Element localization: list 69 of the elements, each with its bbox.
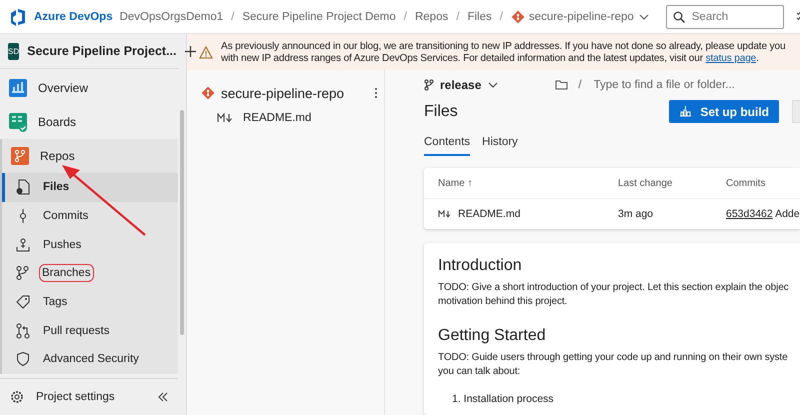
readme-heading: Getting Started [438, 327, 547, 345]
azure-devops-logo [8, 6, 28, 26]
search-field[interactable]: Search [666, 4, 784, 28]
nav-item[interactable]: Tags [2, 288, 178, 316]
pull-request-icon [15, 322, 31, 339]
branch-icon [424, 78, 434, 91]
file-icon [15, 179, 31, 196]
nav-item[interactable]: Pushes [2, 230, 178, 260]
project-avatar: SD [8, 42, 20, 60]
chart-icon [8, 78, 28, 98]
repo-name[interactable]: secure-pipeline-repo [221, 86, 368, 100]
nav-item[interactable]: Files [2, 173, 178, 202]
scrollbar[interactable] [180, 110, 184, 335]
markdown-icon [438, 210, 450, 218]
branch-selector[interactable]: release [440, 78, 482, 92]
branch-icon [15, 265, 31, 282]
shield-icon [15, 351, 31, 368]
breadcrumb-link[interactable]: secure-pipeline-repo [528, 10, 634, 22]
commit-message: Adde [775, 208, 800, 220]
nav-item[interactable]: Overview [0, 71, 178, 105]
tag-icon [15, 294, 31, 310]
build-icon [679, 106, 692, 118]
breadcrumb-link[interactable]: DevOpsOrgsDemo1 [120, 10, 224, 22]
breadcrumb-separator: / [231, 10, 234, 22]
repo-icon [10, 146, 30, 166]
breadcrumb-separator: / [404, 10, 407, 22]
readme-list-item: 1. Installation process [451, 393, 555, 405]
column-header[interactable]: Last change [618, 178, 726, 188]
breadcrumb-separator: / [500, 10, 503, 22]
nav-item[interactable]: Commits [2, 202, 178, 230]
gear-icon [10, 390, 24, 404]
folder-icon [555, 79, 568, 90]
tab[interactable]: History [482, 136, 518, 156]
column-header[interactable]: Name ↑ [438, 178, 618, 188]
nav-item[interactable]: Boards [0, 105, 178, 139]
tab[interactable]: Contents [424, 136, 470, 156]
table-cell-text: 3m ago [618, 208, 654, 220]
search-icon [672, 10, 685, 22]
plus-icon[interactable] [184, 46, 196, 56]
file-name[interactable]: README.md [458, 208, 520, 220]
page-title: Files [424, 102, 458, 121]
breadcrumb-link[interactable]: Secure Pipeline Project Demo [242, 10, 396, 22]
readme-heading: Introduction [438, 257, 523, 275]
readme-paragraph: TODO: Give a short introduction of your project. Let this section explain the objec motivation behind this project. [438, 281, 789, 309]
banner-message: As previously announced in our blog, we are transitioning to new IP addresses. If you have not done so already, please update you with new IP address ranges of Azure DevOps Services. For detailed information and the latest updates, visit our status page. [221, 40, 786, 64]
collapse-icon[interactable] [158, 392, 168, 402]
breadcrumb-link[interactable]: Repos [414, 10, 448, 22]
readme-paragraph: TODO: Guide users through getting your code up and running on their own syste you can talk about: [438, 351, 788, 379]
nav-item[interactable]: Advanced Security [2, 345, 178, 374]
breadcrumb-separator: / [456, 10, 460, 22]
commit-link[interactable]: 653d3462 [726, 208, 773, 220]
column-header[interactable]: Commits [726, 178, 800, 188]
warning-icon [199, 46, 213, 58]
markdown-icon [217, 113, 233, 123]
set-up-build-button[interactable]: Set up build [669, 100, 779, 124]
status-page-link[interactable]: status page [706, 52, 756, 64]
more-options-icon[interactable] [374, 87, 378, 99]
file-tree-item[interactable]: README.md [243, 112, 312, 124]
path-search-field[interactable]: Type to find a file or folder... [592, 78, 776, 92]
product-name[interactable]: Azure DevOps [34, 10, 113, 22]
nav-item[interactable]: Repos [2, 139, 178, 173]
path-separator: / [578, 78, 582, 91]
push-icon [15, 236, 31, 253]
board-icon [8, 112, 28, 132]
breadcrumb-link[interactable]: Files [467, 10, 492, 22]
project-settings[interactable]: Project settings [0, 378, 178, 415]
nav-item[interactable]: Pull requests [2, 316, 178, 346]
nav-item[interactable]: Branches [2, 259, 178, 288]
project-name[interactable]: Secure Pipeline Project... [27, 44, 176, 58]
